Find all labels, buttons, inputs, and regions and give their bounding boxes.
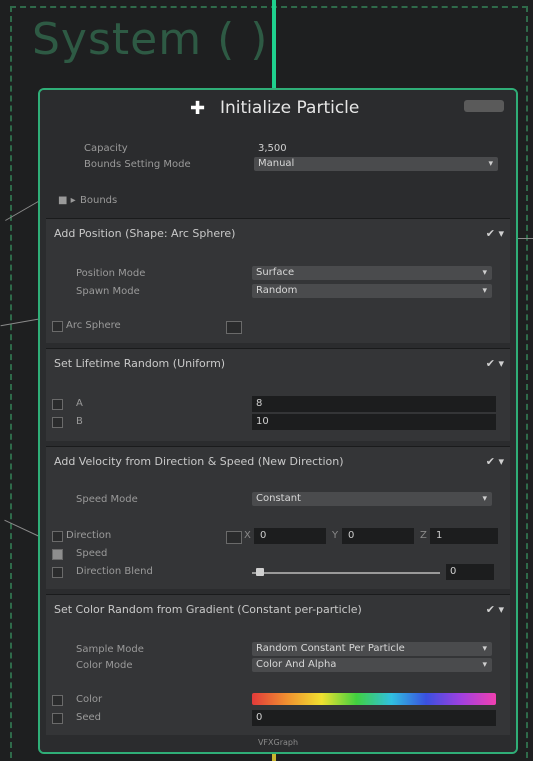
- block-set-color[interactable]: Set Color Random from Gradient (Constant…: [46, 594, 510, 735]
- position-mode-row: Position Mode Surface ▾: [46, 265, 510, 283]
- arc-sphere-row: Arc Sphere: [46, 317, 510, 335]
- color-label: Color: [76, 694, 103, 705]
- direction-label: Direction: [66, 530, 112, 541]
- block-title: Add Position (Shape: Arc Sphere): [54, 227, 236, 240]
- chevron-down-icon: ▾: [482, 494, 487, 504]
- flow-input-connector[interactable]: [272, 0, 276, 88]
- position-mode-label: Position Mode: [76, 268, 146, 279]
- chevron-down-icon: ▾: [482, 660, 487, 670]
- speed-mode-dropdown[interactable]: Constant ▾: [252, 492, 492, 506]
- lifetime-b-port[interactable]: [52, 417, 63, 428]
- check-icon[interactable]: ✔ ▾: [486, 603, 504, 616]
- arc-sphere-link-icon[interactable]: [226, 321, 242, 334]
- spawn-mode-dropdown[interactable]: Random ▾: [252, 284, 492, 298]
- speed-port[interactable]: [52, 549, 63, 560]
- z-axis-label: Z: [420, 530, 427, 541]
- node-badge[interactable]: [464, 100, 504, 112]
- color-row: Color: [46, 691, 510, 709]
- system-title: System ( ): [32, 14, 269, 65]
- color-mode-dropdown[interactable]: Color And Alpha ▾: [252, 658, 492, 672]
- block-add-position[interactable]: Add Position (Shape: Arc Sphere) ✔ ▾ Pos…: [46, 218, 510, 343]
- position-mode-value: Surface: [256, 267, 295, 278]
- bounds-mode-row: Bounds Setting Mode Manual ▾: [40, 156, 516, 174]
- direction-blend-label: Direction Blend: [76, 566, 153, 577]
- block-title: Set Lifetime Random (Uniform): [54, 357, 226, 370]
- color-gradient-field[interactable]: [252, 693, 496, 705]
- lifetime-b-label: B: [76, 416, 83, 427]
- bounds-row: ■ ▸ Bounds: [40, 192, 516, 210]
- direction-blend-field[interactable]: 0: [446, 564, 494, 580]
- lifetime-a-row: A 8: [46, 395, 510, 413]
- color-mode-label: Color Mode: [76, 660, 133, 671]
- lifetime-a-label: A: [76, 398, 83, 409]
- capacity-label: Capacity: [84, 143, 128, 154]
- bounds-mode-label: Bounds Setting Mode: [84, 159, 191, 170]
- block-title: Set Color Random from Gradient (Constant…: [54, 603, 362, 616]
- chevron-down-icon: ▾: [482, 644, 487, 654]
- color-port[interactable]: [52, 695, 63, 706]
- arc-sphere-port[interactable]: [52, 321, 63, 332]
- bounds-label: Bounds: [80, 195, 118, 206]
- chevron-down-icon: ▾: [482, 268, 487, 278]
- bounds-expand-icon[interactable]: ■ ▸: [58, 195, 76, 206]
- seed-row: Seed 0: [46, 709, 510, 727]
- block-set-lifetime[interactable]: Set Lifetime Random (Uniform) ✔ ▾ A 8 B …: [46, 348, 510, 441]
- lifetime-b-field[interactable]: 10: [252, 414, 496, 430]
- direction-x-field[interactable]: 0: [254, 528, 326, 544]
- block-title: Add Velocity from Direction & Speed (New…: [54, 455, 344, 468]
- spawn-mode-label: Spawn Mode: [76, 286, 140, 297]
- check-icon[interactable]: ✔ ▾: [486, 227, 504, 240]
- seed-field[interactable]: 0: [252, 710, 496, 726]
- speed-mode-row: Speed Mode Constant ▾: [46, 491, 510, 509]
- lifetime-a-field[interactable]: 8: [252, 396, 496, 412]
- bounds-mode-value: Manual: [258, 158, 295, 169]
- color-mode-row: Color Mode Color And Alpha ▾: [46, 657, 510, 675]
- check-icon[interactable]: ✔ ▾: [486, 455, 504, 468]
- node-footer: VFXGraph: [40, 738, 516, 752]
- particle-icon: ✚: [190, 98, 206, 119]
- direction-link-icon[interactable]: [226, 531, 242, 544]
- speed-mode-value: Constant: [256, 493, 301, 504]
- direction-blend-handle[interactable]: [255, 568, 264, 576]
- capacity-field[interactable]: 3,500: [254, 141, 498, 157]
- speed-mode-label: Speed Mode: [76, 494, 138, 505]
- property-link-out[interactable]: [518, 238, 533, 239]
- chevron-down-icon: ▾: [482, 286, 487, 296]
- direction-row: Direction X 0 Y 0 Z 1: [46, 527, 510, 545]
- seed-label: Seed: [76, 712, 101, 723]
- arc-sphere-label: Arc Sphere: [66, 320, 121, 331]
- direction-blend-slider[interactable]: [252, 572, 440, 574]
- seed-port[interactable]: [52, 713, 63, 724]
- lifetime-b-row: B 10: [46, 413, 510, 431]
- speed-label: Speed: [76, 548, 108, 559]
- direction-port[interactable]: [52, 531, 63, 542]
- chevron-down-icon: ▾: [488, 159, 493, 169]
- initialize-particle-node[interactable]: ✚ Initialize Particle Capacity 3,500 Bou…: [38, 88, 518, 754]
- spawn-mode-row: Spawn Mode Random ▾: [46, 283, 510, 301]
- direction-blend-port[interactable]: [52, 567, 63, 578]
- sample-mode-dropdown[interactable]: Random Constant Per Particle ▾: [252, 642, 492, 656]
- position-mode-dropdown[interactable]: Surface ▾: [252, 266, 492, 280]
- direction-blend-row: Direction Blend 0: [46, 563, 510, 581]
- direction-z-field[interactable]: 1: [430, 528, 498, 544]
- color-mode-value: Color And Alpha: [256, 659, 337, 670]
- bounds-mode-dropdown[interactable]: Manual ▾: [254, 157, 498, 171]
- x-axis-label: X: [244, 530, 251, 541]
- y-axis-label: Y: [332, 530, 339, 541]
- node-title: Initialize Particle: [220, 98, 360, 118]
- check-icon[interactable]: ✔ ▾: [486, 357, 504, 370]
- sample-mode-label: Sample Mode: [76, 644, 144, 655]
- block-add-velocity[interactable]: Add Velocity from Direction & Speed (New…: [46, 446, 510, 589]
- sample-mode-value: Random Constant Per Particle: [256, 643, 405, 654]
- speed-row: Speed: [46, 545, 510, 563]
- node-header[interactable]: ✚ Initialize Particle: [40, 90, 516, 126]
- spawn-mode-value: Random: [256, 285, 298, 296]
- direction-y-field[interactable]: 0: [342, 528, 414, 544]
- lifetime-a-port[interactable]: [52, 399, 63, 410]
